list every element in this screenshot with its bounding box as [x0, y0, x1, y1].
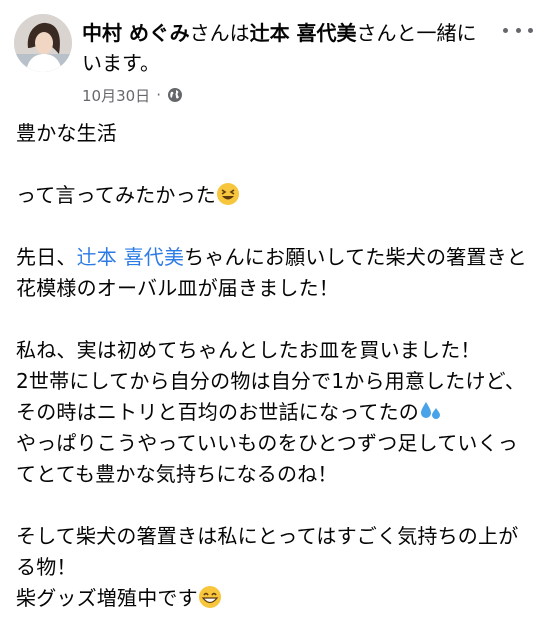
body-paragraph-3a: 私ね、実は初めてちゃんとしたお皿を買いました！: [16, 338, 481, 362]
post-headline: 中村 めぐみさんは辻本 喜代美さんと一緒にいます。: [82, 18, 494, 78]
tagged-person[interactable]: 辻本 喜代美: [250, 21, 357, 45]
post-meta: 10月30日 ·: [82, 85, 183, 105]
post-date[interactable]: 10月30日: [82, 85, 150, 106]
body-line-2: って言ってみたかった: [16, 180, 536, 211]
more-options-icon[interactable]: [503, 20, 533, 40]
body-line-1: 豊かな生活: [16, 121, 117, 145]
author-name[interactable]: 中村 めぐみ: [82, 21, 190, 45]
headline-connector-1: さんは: [189, 21, 250, 45]
meta-separator: ·: [156, 86, 161, 104]
author-avatar[interactable]: [14, 14, 72, 72]
body-paragraph-2: 先日、辻本 喜代美ちゃんにお願いしてた柴犬の箸置きと花模様のオーバル皿が届きまし…: [16, 245, 527, 300]
globe-icon[interactable]: [167, 87, 183, 103]
post-body: 豊かな生活 って言ってみたかった 先日、辻本 喜代美ちゃんにお願いしてた柴犬の箸…: [16, 118, 536, 614]
body-paragraph-3c: やっぱりこうやっていいものをひとつずつ足していくってとても豊かな気持ちになるのね…: [16, 431, 518, 486]
beaming-face-icon: [198, 586, 221, 608]
body-paragraph-4a: そして柴犬の箸置きは私にとってはすごく気持ちの上がる物！: [16, 524, 519, 579]
body-paragraph-3b: 2世帯にしてから自分の物は自分で1から用意したけど、その時はニトリと百均のお世話…: [16, 369, 526, 424]
body-paragraph-4b: 柴グッズ増殖中です: [16, 583, 536, 614]
grinning-squinting-face-icon: [217, 183, 239, 205]
mention-link[interactable]: 辻本 喜代美: [77, 245, 185, 269]
sweat-droplets-icon: [421, 402, 440, 419]
post-header: 中村 めぐみさんは辻本 喜代美さんと一緒にいます。 10月30日 ·: [0, 0, 546, 110]
